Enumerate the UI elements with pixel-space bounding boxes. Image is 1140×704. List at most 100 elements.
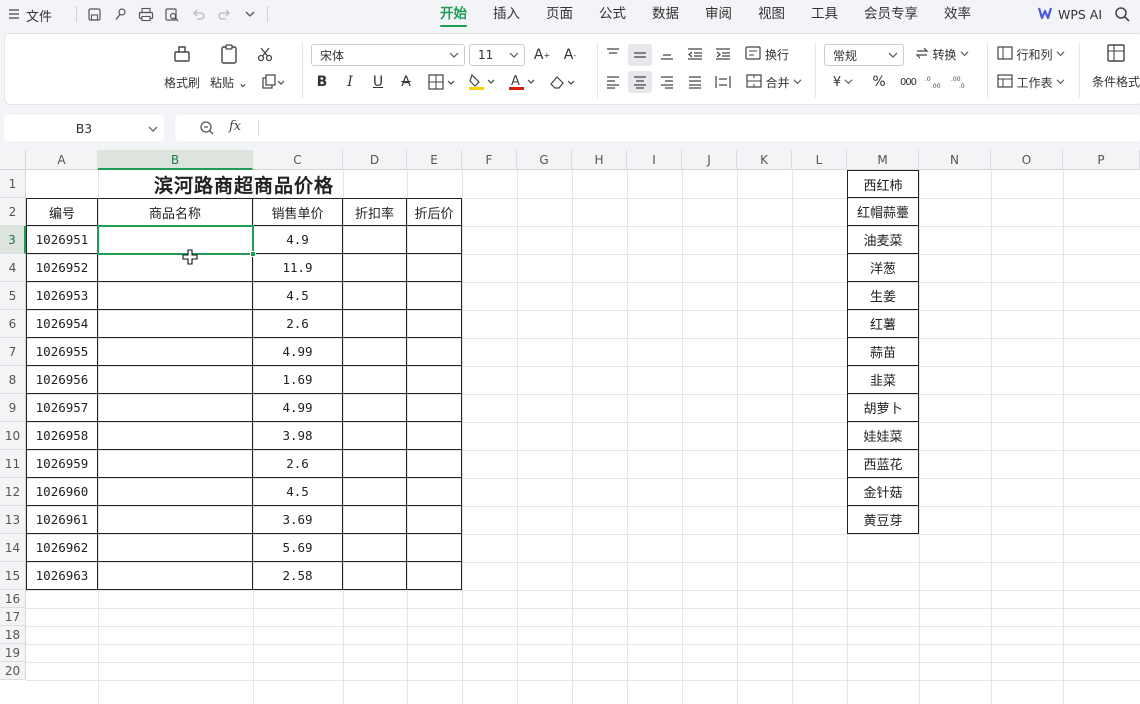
discounted-price-cell[interactable] [406,337,462,366]
indent-decrease-icon[interactable] [685,44,705,64]
column-header-a[interactable]: A [26,150,98,170]
header-discounted-price[interactable]: 折后价 [406,198,462,226]
row-header-7[interactable]: 7 [0,338,26,366]
tab-insert[interactable]: 插入 [480,0,533,30]
row-header-12[interactable]: 12 [0,478,26,506]
header-product-name[interactable]: 商品名称 [97,198,253,226]
product-name-cell[interactable] [97,309,253,338]
column-header-o[interactable]: O [991,150,1063,170]
column-header-h[interactable]: H [572,150,627,170]
product-list-cell[interactable]: 生姜 [847,281,919,310]
convert-button[interactable]: 转换 [911,44,973,64]
unit-price-cell[interactable]: 3.69 [252,505,343,534]
discount-rate-cell[interactable] [342,309,407,338]
percent-button[interactable]: % [869,72,889,92]
id-cell[interactable]: 1026951 [26,225,98,254]
spreadsheet-grid[interactable]: A B C D E F G H I J K L M N O P 1 2 3 4 5 6 7 8 9 10 11 12 13 14 15 16 1… [0,150,1140,704]
product-list-cell[interactable]: 红帽蒜薹 [847,197,919,226]
number-format-select[interactable]: 常规 [824,44,904,66]
font-name-select[interactable]: 宋体 [311,44,465,66]
product-name-cell[interactable] [97,505,253,534]
discount-rate-cell[interactable] [342,533,407,562]
unit-price-cell[interactable]: 4.99 [252,337,343,366]
print-icon[interactable] [137,5,155,23]
fill-color-icon[interactable] [467,72,497,92]
product-list-cell[interactable]: 金针菇 [847,477,919,506]
border-icon[interactable] [427,72,457,92]
thousands-icon[interactable]: 000 [897,72,919,92]
id-cell[interactable]: 1026957 [26,393,98,422]
discount-rate-cell[interactable] [342,253,407,282]
row-header-15[interactable]: 15 [0,562,26,590]
discounted-price-cell[interactable] [406,421,462,450]
discounted-price-cell[interactable] [406,533,462,562]
discount-rate-cell[interactable] [342,393,407,422]
font-color-icon[interactable]: A [507,72,537,92]
merge-button[interactable]: 合并 [743,72,805,92]
id-cell[interactable]: 1026962 [26,533,98,562]
id-cell[interactable]: 1026961 [26,505,98,534]
id-cell[interactable]: 1026952 [26,253,98,282]
unit-price-cell[interactable]: 11.9 [252,253,343,282]
currency-button[interactable]: ¥ [827,72,859,92]
id-cell[interactable]: 1026958 [26,421,98,450]
file-menu[interactable]: 文件 [8,6,52,25]
product-name-cell[interactable] [97,225,253,254]
row-header-5[interactable]: 5 [0,282,26,310]
bold-icon[interactable]: B [313,72,331,92]
undo-icon[interactable] [189,5,207,23]
product-name-cell[interactable] [97,281,253,310]
increase-font-icon[interactable]: A + [532,45,552,65]
id-cell[interactable]: 1026959 [26,449,98,478]
product-list-cell[interactable]: 西蓝花 [847,449,919,478]
product-name-cell[interactable] [97,533,253,562]
product-list-cell[interactable]: 油麦菜 [847,225,919,254]
id-cell[interactable]: 1026963 [26,561,98,590]
tab-tools[interactable]: 工具 [798,0,851,30]
row-header-13[interactable]: 13 [0,506,26,534]
row-header-9[interactable]: 9 [0,394,26,422]
row-header-18[interactable]: 18 [0,626,26,644]
product-name-cell[interactable] [97,337,253,366]
column-header-n[interactable]: N [919,150,991,170]
select-all-corner[interactable] [0,150,26,170]
discounted-price-cell[interactable] [406,449,462,478]
tab-member[interactable]: 会员专享 [851,0,931,30]
wps-ai-button[interactable]: WPS AI [1037,6,1102,23]
row-header-14[interactable]: 14 [0,534,26,562]
wrap-text-button[interactable]: 换行 [743,44,791,64]
tab-view[interactable]: 视图 [745,0,798,30]
product-name-cell[interactable] [97,477,253,506]
header-unit-price[interactable]: 销售单价 [252,198,343,226]
save-icon[interactable] [85,5,103,23]
rows-columns-button[interactable]: 行和列 [995,44,1067,64]
id-cell[interactable]: 1026954 [26,309,98,338]
align-bottom-icon[interactable] [657,44,677,64]
product-list-cell[interactable]: 洋葱 [847,253,919,282]
copy-button[interactable] [257,72,289,92]
align-right-icon[interactable] [657,72,677,92]
tab-formula[interactable]: 公式 [586,0,639,30]
row-header-3[interactable]: 3 [0,226,26,254]
row-header-17[interactable]: 17 [0,608,26,626]
name-box[interactable]: B3 [4,115,164,141]
align-top-icon[interactable] [603,44,623,64]
unit-price-cell[interactable]: 2.6 [252,449,343,478]
row-header-11[interactable]: 11 [0,450,26,478]
column-header-g[interactable]: G [517,150,572,170]
unit-price-cell[interactable]: 4.9 [252,225,343,254]
row-header-6[interactable]: 6 [0,310,26,338]
chevron-down-icon[interactable] [241,5,259,23]
header-id[interactable]: 编号 [26,198,98,226]
discount-rate-cell[interactable] [342,337,407,366]
tab-review[interactable]: 审阅 [692,0,745,30]
conditional-format-button[interactable]: 条件格式 [1091,42,1140,92]
row-header-20[interactable]: 20 [0,662,26,680]
column-header-i[interactable]: I [627,150,682,170]
id-cell[interactable]: 1026960 [26,477,98,506]
row-header-4[interactable]: 4 [0,254,26,282]
unit-price-cell[interactable]: 2.58 [252,561,343,590]
column-header-l[interactable]: L [792,150,847,170]
decrease-font-icon[interactable]: A- [560,45,580,65]
product-name-cell[interactable] [97,393,253,422]
